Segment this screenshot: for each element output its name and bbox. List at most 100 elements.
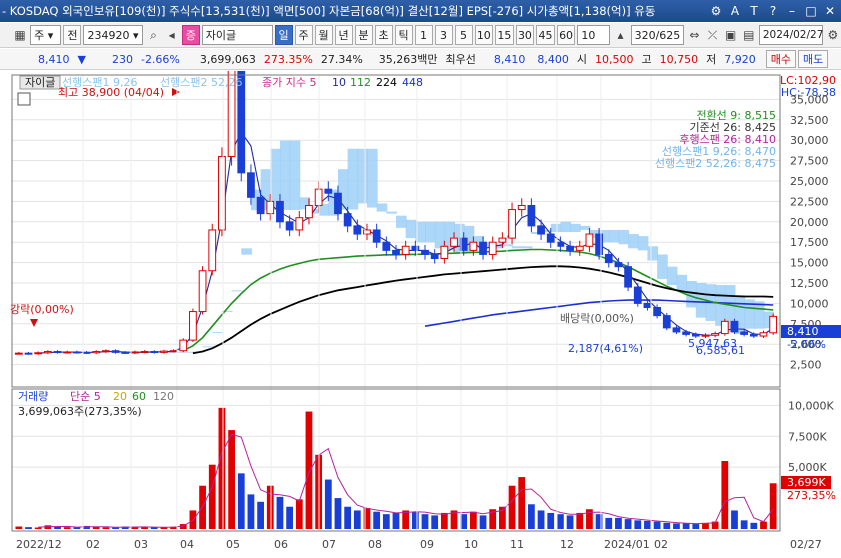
- save-icon[interactable]: ▣: [723, 25, 739, 45]
- x-tick-label: 05: [226, 538, 240, 551]
- spin-icon[interactable]: ▴: [612, 25, 628, 45]
- candle-body: [131, 351, 139, 354]
- sound-icon[interactable]: ◂: [164, 25, 180, 45]
- ichimoku-cloud-segment: [386, 211, 397, 214]
- sell-button[interactable]: 매도: [798, 50, 829, 68]
- prev-button[interactable]: 전: [63, 25, 82, 45]
- volume-bar: [440, 512, 448, 529]
- ichimoku-cloud-segment: [715, 285, 726, 326]
- code-input[interactable]: 234920 ▾: [83, 25, 144, 45]
- font-icon[interactable]: A: [727, 3, 743, 19]
- tab-year[interactable]: 년: [334, 25, 353, 45]
- volume-bar: [411, 511, 419, 529]
- volume-bar: [324, 479, 332, 529]
- tab-day[interactable]: 일: [274, 25, 293, 45]
- calendar-icon[interactable]: ▤: [741, 25, 757, 45]
- vol-legend-ma60: 60: [132, 390, 146, 403]
- volume-percent: 273.35%: [263, 52, 313, 66]
- tab-month[interactable]: 월: [314, 25, 333, 45]
- candle-body: [140, 351, 149, 354]
- ichimoku-cloud-segment: [608, 229, 620, 243]
- volume-bar: [692, 524, 700, 529]
- grid-toggle-icon[interactable]: [17, 92, 31, 106]
- close-icon[interactable]: ✕: [822, 3, 838, 19]
- volume-value: 3,699,063: [199, 52, 256, 66]
- min-10[interactable]: 10: [474, 25, 494, 45]
- left-event-label: 강락(0,00%): [10, 303, 74, 316]
- ichimoku-cloud-segment: [279, 140, 291, 210]
- low-label: 저: [706, 53, 717, 66]
- best-label: 최우선: [445, 53, 476, 66]
- period-select[interactable]: 주 ▾: [30, 25, 62, 45]
- gear-icon[interactable]: ⚙: [825, 25, 841, 45]
- tab-second[interactable]: 초: [374, 25, 393, 45]
- ichimoku-cloud-segment: [502, 244, 514, 247]
- ichimoku-cloud-segment: [512, 246, 523, 249]
- candle-body: [43, 351, 52, 354]
- search-icon[interactable]: ⌕: [145, 25, 161, 45]
- amount-value: 35,263백만: [378, 53, 438, 66]
- min-1[interactable]: 1: [414, 25, 433, 45]
- settings-icon[interactable]: ⚙: [708, 3, 724, 19]
- ichimoku-cloud-segment: [434, 221, 446, 249]
- zoom-icon[interactable]: ⇔: [686, 25, 702, 45]
- candle-body: [450, 237, 458, 247]
- date-field[interactable]: 2024/02/27: [758, 25, 823, 45]
- turnover-percent: 27.34%: [320, 52, 363, 66]
- dividend-label: 배당락(0,00%): [560, 312, 634, 325]
- candle-body: [653, 306, 661, 317]
- change-percent: -2.66%: [140, 52, 180, 66]
- badge: 증: [181, 25, 200, 45]
- candle-body: [198, 270, 207, 313]
- tab-minute[interactable]: 분: [354, 25, 373, 45]
- candle-body: [392, 249, 400, 255]
- tab-tick[interactable]: 틱: [394, 25, 413, 45]
- grid-icon[interactable]: ▦: [12, 25, 28, 45]
- count-input[interactable]: 10: [577, 25, 611, 45]
- min-45[interactable]: 45: [536, 25, 555, 45]
- cross-icon[interactable]: ⤫: [704, 25, 720, 45]
- candle-body: [179, 339, 188, 352]
- hc-label: HC:-78,38: [781, 86, 836, 99]
- volume-bar: [150, 527, 158, 529]
- price-volume-chart[interactable]: 2,5005,0007,50010,00012,50015,00017,5002…: [0, 54, 841, 555]
- min-3[interactable]: 3: [434, 25, 453, 45]
- help-icon[interactable]: ?: [765, 3, 781, 19]
- candle-body: [34, 352, 43, 355]
- buy-button[interactable]: 매수: [765, 50, 797, 68]
- chart-toolbar: ▦ 주 ▾ 전 234920 ▾ ⌕ ◂ 증 자이글 일 주 월 년 분 초 틱…: [0, 23, 841, 48]
- max-annotation: 최고 38,900 (04/04): [58, 86, 164, 99]
- volume-bar: [353, 510, 361, 529]
- x-tick-label: 2022/12: [16, 538, 62, 551]
- price-tick-label: 20,000: [790, 216, 829, 229]
- maximize-icon[interactable]: □: [803, 3, 819, 19]
- min-5[interactable]: 5: [454, 25, 473, 45]
- high-price: 10,750: [659, 52, 699, 66]
- volume-bar: [557, 514, 564, 529]
- candle-body: [82, 351, 91, 354]
- candle-body: [256, 196, 265, 215]
- ichimoku-cloud-segment: [628, 234, 639, 249]
- volume-bar: [218, 407, 226, 529]
- tab-week[interactable]: 주: [294, 25, 313, 45]
- candle-body: [643, 302, 652, 308]
- min-30[interactable]: 30: [515, 25, 535, 45]
- ichimoku-cloud-segment: [647, 246, 659, 261]
- candle-body: [672, 327, 681, 333]
- down-arrow-icon: ▼: [77, 52, 86, 66]
- ichimoku-cloud-segment: [676, 274, 688, 292]
- volume-bar: [305, 411, 313, 529]
- ichimoku-cloud-segment: [270, 148, 281, 210]
- low-price: 7,920: [724, 52, 756, 66]
- vol-legend-ma5: 단순 5: [70, 390, 101, 403]
- volume-bar: [34, 527, 42, 529]
- stock-name-field[interactable]: 자이글: [201, 25, 273, 45]
- volume-bar: [537, 510, 545, 529]
- min-15[interactable]: 15: [495, 25, 514, 45]
- volume-bar: [208, 464, 216, 529]
- minimize-icon[interactable]: –: [784, 3, 800, 19]
- x-tick-label: 02/27: [790, 538, 822, 551]
- min-60[interactable]: 60: [556, 25, 576, 45]
- pin-icon[interactable]: T: [746, 3, 762, 19]
- candle-body: [566, 245, 574, 251]
